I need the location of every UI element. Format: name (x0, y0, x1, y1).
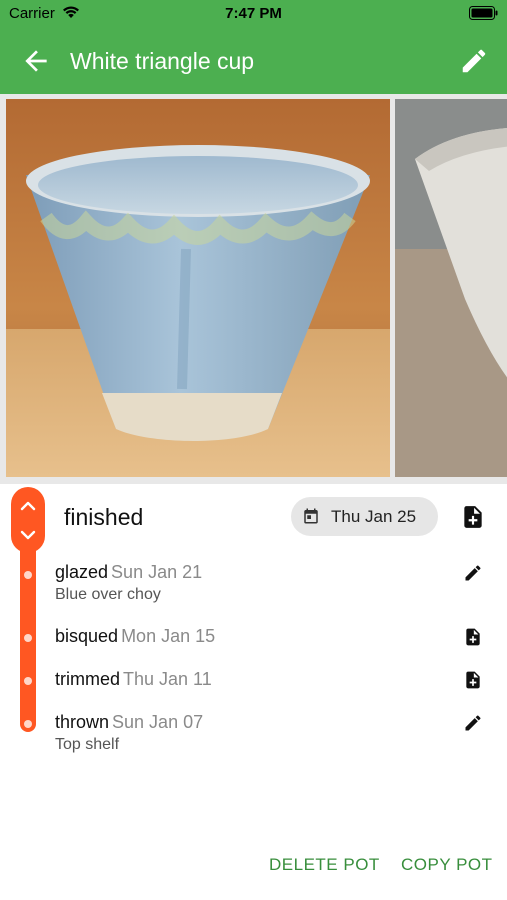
note-add-icon[interactable] (460, 503, 486, 531)
history-date: Thu Jan 11 (123, 669, 212, 689)
history-status: bisqued (55, 626, 119, 646)
history-note: Top shelf (55, 736, 120, 753)
current-date: Thu Jan 25 (331, 507, 417, 526)
timeline-dot (24, 634, 32, 642)
chevron-up-icon[interactable] (18, 496, 38, 516)
timeline-dot (24, 720, 32, 728)
history-date: Sun Jan 21 (111, 562, 203, 582)
status-stepper (11, 487, 45, 553)
history-note: Blue over choy (55, 586, 161, 603)
copy-pot-button[interactable]: COPY POT (401, 855, 493, 875)
note-add-icon[interactable] (463, 627, 483, 647)
pot-photo[interactable] (6, 99, 390, 477)
history-status: thrown (55, 712, 110, 732)
battery-icon (469, 6, 499, 26)
timeline-dot (24, 677, 32, 685)
history-item: glazed Sun Jan 21 Blue over choy (55, 562, 455, 604)
pencil-icon[interactable] (463, 713, 483, 733)
note-add-icon[interactable] (463, 670, 483, 690)
page-title: White triangle cup (70, 48, 255, 74)
timeline-dot (24, 571, 32, 579)
history-status: glazed (55, 562, 109, 582)
back-arrow-icon[interactable] (20, 45, 52, 77)
pot-photo[interactable] (395, 99, 507, 477)
date-chip[interactable]: Thu Jan 25 (291, 497, 438, 536)
history-item: trimmed Thu Jan 11 (55, 669, 455, 690)
photo-gallery[interactable] (0, 94, 507, 484)
history-date: Mon Jan 15 (121, 626, 216, 646)
clock: 7:47 PM (225, 5, 282, 22)
delete-pot-button[interactable]: DELETE POT (269, 855, 380, 875)
history-status: trimmed (55, 669, 121, 689)
current-status: finished (64, 504, 144, 530)
pencil-icon[interactable] (463, 563, 483, 583)
history-date: Sun Jan 07 (112, 712, 204, 732)
history-item: thrown Sun Jan 07 Top shelf (55, 712, 455, 754)
status-bar: Carrier 7:47 PM (0, 0, 507, 28)
history-item: bisqued Mon Jan 15 (55, 626, 455, 647)
app-bar: White triangle cup (0, 28, 507, 94)
calendar-icon (302, 507, 320, 530)
chevron-down-icon[interactable] (18, 525, 38, 545)
edit-pencil-icon[interactable] (459, 46, 489, 76)
